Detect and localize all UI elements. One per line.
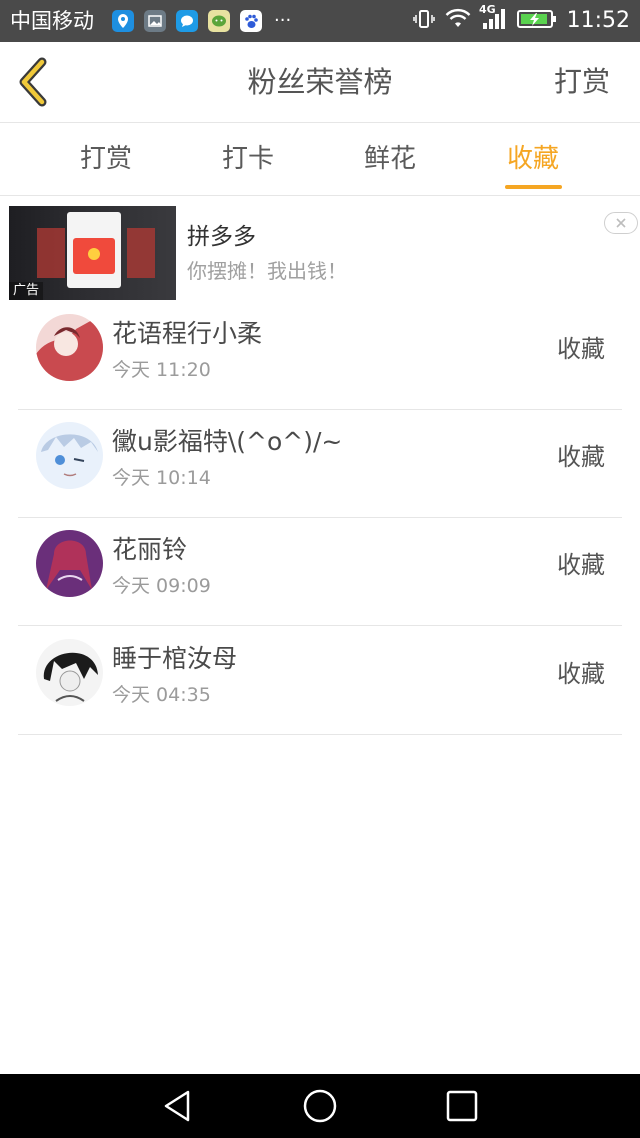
list-item[interactable]: 花丽铃 今天 09:09 收藏 [18,518,622,626]
fan-action-label: 收藏 [557,443,605,471]
avatar[interactable] [36,314,103,381]
nav-home-button[interactable] [302,1088,338,1124]
gallery-icon [144,10,166,32]
avatar[interactable] [36,639,103,706]
tab-checkin[interactable]: 打卡 [198,141,298,177]
tab-flowers[interactable]: 鲜花 [340,141,440,177]
ad-close-button[interactable] [604,212,638,234]
avatar[interactable] [36,422,103,489]
battery-icon [516,9,557,33]
list-item[interactable]: 黴u影福特\(^o^)/~ 今天 10:14 收藏 [18,410,622,518]
ad-banner[interactable]: 广告 拼多多 你摆摊！我出钱！ [0,196,640,304]
message-icon [176,10,198,32]
fan-name: 花语程行小柔 [112,319,263,348]
fan-time: 今天 11:20 [112,359,211,381]
fan-name: 黴u影福特\(^o^)/~ [112,427,343,456]
fan-name: 花丽铃 [112,535,188,564]
status-bar: 中国移动 ··· 4G 11:52 [0,0,640,42]
triangle-back-icon [164,1090,190,1122]
tab-reward[interactable]: 打赏 [56,141,156,177]
circle-home-icon [303,1089,337,1123]
system-nav-bar [0,1074,640,1138]
close-icon [616,218,626,228]
location-app-icon [112,10,134,32]
fan-action-label: 收藏 [557,660,605,688]
fan-name: 睡于棺汝母 [112,644,238,673]
nav-recents-button[interactable] [444,1088,480,1124]
carrier-name: 中国移动 [10,9,94,33]
list-item[interactable]: 睡于棺汝母 今天 04:35 收藏 [18,627,622,735]
page-title: 粉丝荣誉榜 [247,65,393,99]
ad-title: 拼多多 [187,224,256,250]
chat-app-icon [208,10,230,32]
fan-time: 今天 10:14 [112,467,211,489]
wifi-icon [445,8,471,34]
tab-favorites[interactable]: 收藏 [483,141,583,177]
active-tab-indicator [505,185,562,189]
notification-icons: ··· [112,10,291,32]
clock: 11:52 [566,8,630,33]
nav-back-button[interactable] [160,1088,196,1124]
tab-bar: 打赏 打卡 鲜花 收藏 [0,123,640,196]
reward-button[interactable]: 打赏 [554,64,610,100]
fan-time: 今天 09:09 [112,575,211,597]
avatar[interactable] [36,530,103,597]
more-notifications-icon: ··· [274,10,292,31]
vibrate-icon [412,8,435,34]
ad-image[interactable]: 广告 [9,206,176,300]
fan-action-label: 收藏 [557,551,605,579]
list-item[interactable]: 花语程行小柔 今天 11:20 收藏 [18,302,622,410]
ad-label: 广告 [9,282,44,300]
signal-icon [481,7,507,35]
system-status-icons: 11:52 [412,6,630,36]
square-recents-icon [446,1090,478,1122]
fan-action-label: 收藏 [557,335,605,363]
ad-description: 你摆摊！我出钱！ [187,259,347,283]
fan-time: 今天 04:35 [112,684,211,706]
baidu-icon [240,10,262,32]
app-header: 粉丝荣誉榜 打赏 [0,42,640,123]
